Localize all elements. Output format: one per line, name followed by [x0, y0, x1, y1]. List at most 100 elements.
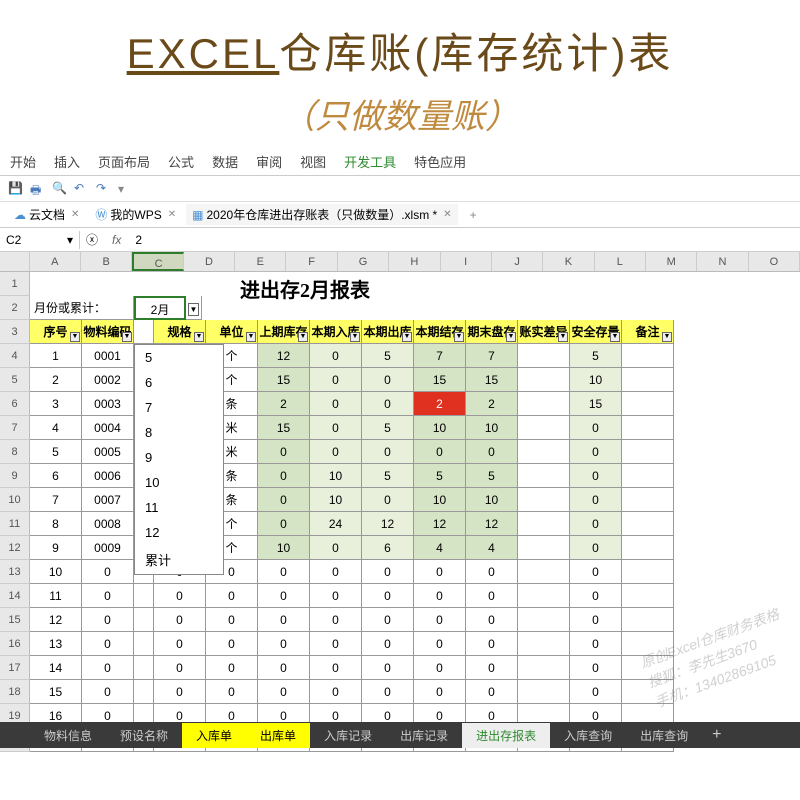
table-header[interactable]: 序号▼: [30, 320, 82, 344]
data-cell[interactable]: 0: [414, 440, 466, 464]
data-cell[interactable]: 0: [414, 584, 466, 608]
row-header[interactable]: 12: [0, 536, 30, 560]
dropdown-option[interactable]: 7: [135, 395, 223, 420]
data-cell[interactable]: [518, 536, 570, 560]
data-cell[interactable]: 0006: [82, 464, 134, 488]
formula-value[interactable]: 2: [129, 233, 148, 247]
data-cell[interactable]: [622, 368, 674, 392]
row-header[interactable]: 8: [0, 440, 30, 464]
col-header[interactable]: N: [697, 252, 748, 271]
data-cell[interactable]: [622, 584, 674, 608]
col-header[interactable]: I: [441, 252, 492, 271]
col-header[interactable]: L: [595, 252, 646, 271]
sheet-tab[interactable]: 预设名称: [106, 723, 182, 748]
data-cell[interactable]: 0: [570, 680, 622, 704]
data-cell[interactable]: 0: [570, 656, 622, 680]
data-cell[interactable]: 0: [258, 608, 310, 632]
save-icon[interactable]: 💾: [8, 181, 24, 197]
data-cell[interactable]: 0: [258, 464, 310, 488]
close-icon[interactable]: ✕: [168, 209, 176, 220]
data-cell[interactable]: 0: [154, 608, 206, 632]
filter-icon[interactable]: ▼: [662, 332, 672, 342]
data-cell[interactable]: 12: [30, 608, 82, 632]
data-cell[interactable]: 0: [258, 584, 310, 608]
row-header[interactable]: 6: [0, 392, 30, 416]
data-cell[interactable]: 12: [466, 512, 518, 536]
data-cell[interactable]: 7: [414, 344, 466, 368]
ribbon-tab[interactable]: 页面布局: [98, 152, 150, 171]
data-cell[interactable]: 4: [466, 536, 518, 560]
dropdown-option[interactable]: 10: [135, 470, 223, 495]
data-cell[interactable]: 0: [206, 584, 258, 608]
sheet-tab[interactable]: 入库单: [182, 723, 246, 748]
data-cell[interactable]: [518, 488, 570, 512]
data-cell[interactable]: 0: [258, 512, 310, 536]
data-cell[interactable]: 5: [414, 464, 466, 488]
table-header[interactable]: [134, 320, 154, 344]
data-cell[interactable]: 0: [570, 608, 622, 632]
data-cell[interactable]: 0: [310, 392, 362, 416]
data-cell[interactable]: 10: [310, 464, 362, 488]
col-header[interactable]: G: [338, 252, 389, 271]
sheet-tab[interactable]: 物料信息: [30, 723, 106, 748]
new-tab-button[interactable]: +: [462, 208, 485, 222]
data-cell[interactable]: 0: [258, 488, 310, 512]
preview-icon[interactable]: 🔍: [52, 181, 68, 197]
name-box[interactable]: C2▾: [0, 231, 80, 249]
row-header[interactable]: 2: [0, 296, 30, 320]
data-cell[interactable]: 0: [362, 680, 414, 704]
data-cell[interactable]: [518, 584, 570, 608]
data-cell[interactable]: 2: [258, 392, 310, 416]
data-cell[interactable]: 0002: [82, 368, 134, 392]
data-cell[interactable]: 0005: [82, 440, 134, 464]
data-cell[interactable]: [134, 584, 154, 608]
row-header[interactable]: 4: [0, 344, 30, 368]
data-cell[interactable]: 7: [30, 488, 82, 512]
dropdown-option[interactable]: 9: [135, 445, 223, 470]
data-cell[interactable]: 6: [362, 536, 414, 560]
data-cell[interactable]: 11: [30, 584, 82, 608]
data-cell[interactable]: 0: [570, 560, 622, 584]
month-cell[interactable]: 2月: [134, 296, 186, 320]
dropdown-option[interactable]: 12: [135, 520, 223, 545]
data-cell[interactable]: 0: [570, 536, 622, 560]
data-cell[interactable]: 0: [310, 656, 362, 680]
data-cell[interactable]: 10: [30, 560, 82, 584]
col-header[interactable]: O: [749, 252, 800, 271]
data-cell[interactable]: 5: [466, 464, 518, 488]
data-cell[interactable]: 15: [414, 368, 466, 392]
col-header[interactable]: K: [543, 252, 594, 271]
table-header[interactable]: 本期入库▼: [310, 320, 362, 344]
data-cell[interactable]: 7: [466, 344, 518, 368]
month-dropdown-menu[interactable]: 56789101112累计: [134, 344, 224, 575]
sheet-tab[interactable]: 进出存报表: [462, 723, 550, 748]
data-cell[interactable]: [518, 680, 570, 704]
data-cell[interactable]: 10: [414, 488, 466, 512]
data-cell[interactable]: 0: [82, 632, 134, 656]
data-cell[interactable]: 2: [466, 392, 518, 416]
row-header[interactable]: 3: [0, 320, 30, 344]
data-cell[interactable]: [622, 560, 674, 584]
data-cell[interactable]: 2: [414, 392, 466, 416]
doc-tab[interactable]: ☁ 云文档✕: [8, 204, 85, 225]
table-header[interactable]: 单位▼: [206, 320, 258, 344]
data-cell[interactable]: 5: [362, 464, 414, 488]
data-cell[interactable]: [622, 392, 674, 416]
row-header[interactable]: 17: [0, 656, 30, 680]
redo-icon[interactable]: ↷: [96, 181, 112, 197]
row-header[interactable]: 18: [0, 680, 30, 704]
data-cell[interactable]: 0: [570, 416, 622, 440]
data-cell[interactable]: 0: [82, 656, 134, 680]
data-cell[interactable]: 0008: [82, 512, 134, 536]
data-cell[interactable]: 0: [466, 632, 518, 656]
data-cell[interactable]: 0: [206, 608, 258, 632]
data-cell[interactable]: 0: [258, 632, 310, 656]
data-cell[interactable]: 0: [466, 560, 518, 584]
data-cell[interactable]: 24: [310, 512, 362, 536]
data-cell[interactable]: 0: [414, 680, 466, 704]
ribbon-tab[interactable]: 特色应用: [414, 152, 466, 171]
data-cell[interactable]: [518, 368, 570, 392]
data-cell[interactable]: 0001: [82, 344, 134, 368]
data-cell[interactable]: 0: [362, 392, 414, 416]
data-cell[interactable]: 0: [258, 656, 310, 680]
